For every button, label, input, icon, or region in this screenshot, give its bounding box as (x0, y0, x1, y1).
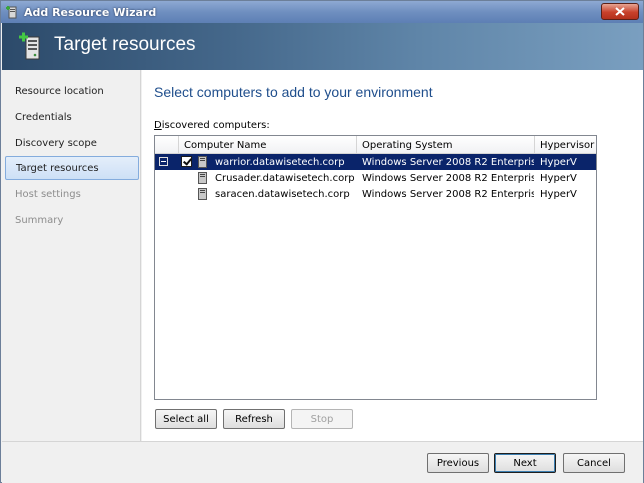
discovered-computers-label: Discovered computers: (154, 120, 270, 131)
collapse-icon[interactable] (159, 157, 168, 166)
refresh-button[interactable]: Refresh (223, 409, 285, 429)
select-all-button[interactable]: Select all (155, 409, 217, 429)
table-row[interactable]: warrior.datawisetech.corp Windows Server… (155, 154, 596, 170)
operating-system-cell: Windows Server 2008 R2 Enterprise (362, 156, 534, 168)
header-spacer (155, 136, 179, 154)
previous-button[interactable]: Previous (427, 453, 489, 473)
close-icon (615, 7, 625, 16)
main-content: Select computers to add to your environm… (142, 70, 643, 441)
operating-system-cell: Windows Server 2008 R2 Enterprise (362, 172, 534, 184)
row-checkbox[interactable] (181, 156, 192, 167)
app-icon (5, 5, 19, 19)
section-heading: Select computers to add to your environm… (154, 84, 433, 100)
nav-item-host-settings: Host settings (15, 188, 81, 200)
list-header: Computer Name Operating System Hyperviso… (155, 136, 596, 154)
close-button[interactable] (601, 3, 639, 20)
hypervisor-cell: HyperV (540, 156, 577, 168)
column-header-operating-system[interactable]: Operating System (357, 136, 535, 154)
computer-name-cell: warrior.datawisetech.corp (215, 156, 345, 168)
label-text: iscovered computers: (161, 120, 270, 131)
next-button[interactable]: Next (494, 453, 556, 473)
table-row[interactable]: Crusader.datawisetech.corp Windows Serve… (155, 170, 596, 186)
nav-item-resource-location[interactable]: Resource location (5, 79, 139, 103)
operating-system-cell: Windows Server 2008 R2 Enterprise (362, 188, 534, 200)
wizard-footer: Previous Next Cancel (2, 441, 643, 483)
stop-button: Stop (291, 409, 353, 429)
server-icon (198, 172, 207, 184)
page-title: Target resources (54, 34, 196, 55)
title-bar[interactable]: Add Resource Wizard (1, 1, 643, 23)
nav-item-target-resources[interactable]: Target resources (5, 156, 139, 180)
nav-item-summary: Summary (15, 214, 64, 226)
nav-item-credentials[interactable]: Credentials (5, 105, 139, 129)
computer-name-cell: saracen.datawisetech.corp (215, 188, 350, 200)
cancel-button[interactable]: Cancel (563, 453, 625, 473)
computer-name-cell: Crusader.datawisetech.corp (215, 172, 355, 184)
server-icon (198, 188, 207, 200)
nav-item-discovery-scope[interactable]: Discovery scope (5, 131, 139, 155)
server-icon (198, 156, 207, 168)
access-key: D (154, 120, 162, 131)
table-row[interactable]: saracen.datawisetech.corp Windows Server… (155, 186, 596, 202)
hypervisor-cell: HyperV (540, 172, 577, 184)
column-header-computer-name[interactable]: Computer Name (179, 136, 357, 154)
server-add-icon (18, 31, 42, 61)
column-header-hypervisor[interactable]: Hypervisor (535, 136, 596, 154)
wizard-steps-nav: Resource location Credentials Discovery … (2, 70, 141, 441)
wizard-window: Add Resource Wizard Target resources Res… (0, 0, 644, 483)
discovered-computers-list[interactable]: Computer Name Operating System Hyperviso… (154, 135, 597, 400)
header-banner: Target resources (2, 23, 643, 70)
hypervisor-cell: HyperV (540, 188, 577, 200)
window-title: Add Resource Wizard (24, 5, 157, 19)
